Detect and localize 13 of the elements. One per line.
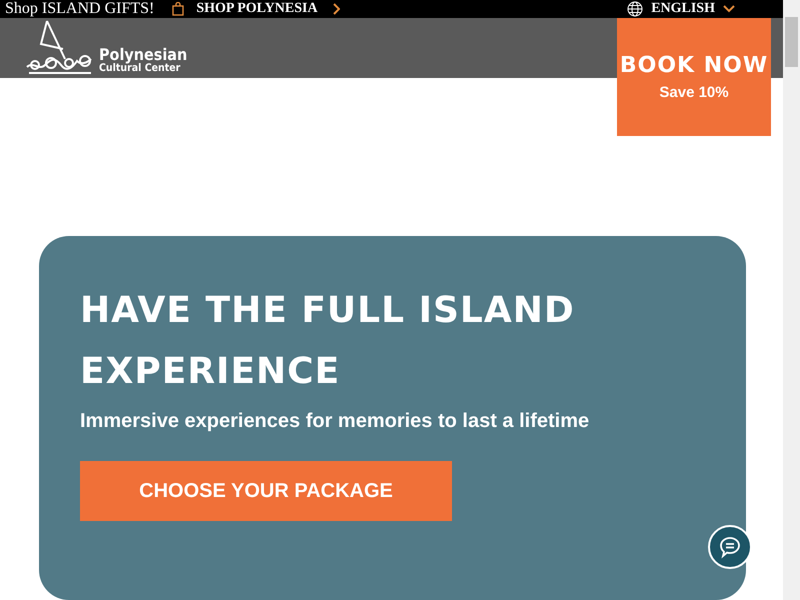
scrollbar[interactable] bbox=[783, 0, 800, 600]
promo-text: Shop ISLAND GIFTS! bbox=[5, 0, 154, 18]
shop-link[interactable]: SHOP POLYNESIA bbox=[196, 1, 340, 18]
logo-subtitle: Cultural Center bbox=[99, 62, 180, 74]
hero-subtitle: Immersive experiences for memories to last a lifetime bbox=[80, 410, 590, 433]
shopping-bag-icon bbox=[172, 2, 184, 16]
chat-bubble-icon bbox=[718, 535, 742, 559]
chevron-down-icon bbox=[723, 5, 735, 14]
hero-title: HAVE THE FULL ISLAND EXPERIENCE bbox=[80, 289, 576, 394]
language-selector[interactable]: ENGLISH bbox=[627, 1, 735, 18]
logo-title: Polynesian bbox=[99, 46, 188, 63]
chevron-right-icon bbox=[332, 3, 340, 16]
globe-icon bbox=[627, 1, 644, 18]
